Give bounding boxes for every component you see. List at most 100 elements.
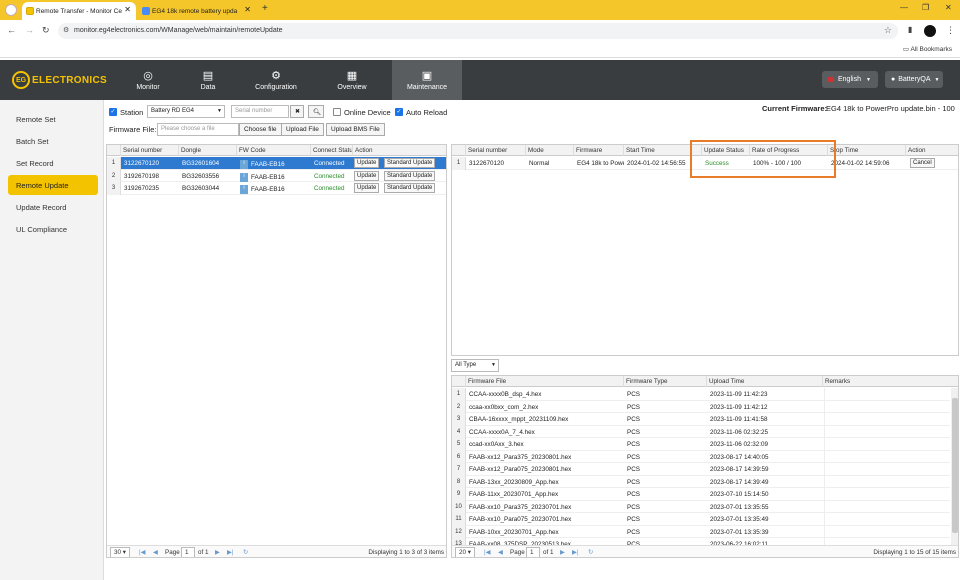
column-header-remarks[interactable]: Remarks <box>823 376 958 387</box>
auto-reload-checkbox[interactable]: ✓ <box>395 108 403 116</box>
language-dropdown[interactable]: English ▼ <box>822 71 878 88</box>
table-row[interactable]: 2 ccaa-xx0bxx_com_2.hex PCS 2023-11-09 11:4… <box>452 400 950 413</box>
browser-tab-eg4-update[interactable]: EG4 18k remote battery upda ✕ <box>138 2 256 20</box>
profile-icon[interactable] <box>5 4 17 16</box>
search-icon[interactable]: 🔍︎ <box>308 105 324 118</box>
column-header-serial[interactable]: Serial number <box>121 145 179 156</box>
standard-update-button[interactable]: Standard Update <box>384 158 436 168</box>
eg4-logo[interactable]: EG ELECTRONICS <box>12 71 107 89</box>
nav-data[interactable]: ▤ Data <box>178 60 238 100</box>
refresh-icon[interactable]: ↻ <box>243 549 248 556</box>
nav-overview[interactable]: ▦ Overview <box>322 60 382 100</box>
close-icon[interactable]: ✕ <box>244 5 251 14</box>
column-header-connect-status[interactable]: Connect Status <box>311 145 353 156</box>
table-row[interactable]: 13 FAAB-xx08_375DSP_20230513.hex PCS 2023-0… <box>452 538 950 545</box>
nav-configuration[interactable]: ⚙ Configuration <box>242 60 310 100</box>
url-input[interactable]: ⚙ monitor.eg4electronics.com/WManage/web… <box>58 23 898 39</box>
column-header-firmware-file[interactable]: Firmware File <box>466 376 624 387</box>
site-info-icon[interactable]: ⚙ <box>63 26 69 34</box>
firmware-file-input[interactable]: Please choose a file <box>157 123 239 136</box>
browser-tab-remote-transfer[interactable]: Remote Transfer - Monitor Ce ✕ <box>22 2 136 20</box>
sidebar-toggle-icon[interactable]: ▮ <box>908 25 912 34</box>
column-header-dongle[interactable]: Dongle <box>179 145 237 156</box>
column-header-serial[interactable]: Serial number <box>466 145 526 156</box>
next-page-icon[interactable]: ▶ <box>560 549 565 556</box>
table-row[interactable]: 1 3122670120 BG32601604 i FAAB-EB16 Conne… <box>107 157 446 170</box>
nav-monitor[interactable]: ◎ Monitor <box>118 60 178 100</box>
sidebar-item-remote-set[interactable]: Remote Set <box>8 109 98 129</box>
cancel-button[interactable]: Cancel <box>910 158 935 168</box>
sidebar-item-update-record[interactable]: Update Record <box>8 197 98 217</box>
table-row[interactable]: 7 FAAB-xx12_Para075_20230801.hex PCS 2023-0… <box>452 463 950 476</box>
column-header-action[interactable]: Action <box>906 145 958 156</box>
first-page-icon[interactable]: |◀ <box>139 549 145 556</box>
forward-arrow-icon[interactable]: → <box>25 25 34 35</box>
window-close-icon[interactable]: ✕ <box>945 3 952 12</box>
page-size-select[interactable]: 20 ▾ <box>455 547 475 557</box>
nav-maintenance[interactable]: ▣ Maintenance <box>392 60 462 100</box>
upload-bms-file-button[interactable]: Upload BMS File <box>326 123 385 136</box>
browser-menu-icon[interactable]: ⋮ <box>946 25 955 36</box>
reload-icon[interactable]: ↻ <box>42 25 50 36</box>
column-header-action[interactable]: Action <box>353 145 446 156</box>
next-page-icon[interactable]: ▶ <box>215 549 220 556</box>
page-size-select[interactable]: 30 ▾ <box>110 547 130 557</box>
upload-file-button[interactable]: Upload File <box>281 123 324 136</box>
user-dropdown[interactable]: ● BatteryQA ▼ <box>885 71 943 88</box>
firmware-type-filter[interactable]: All Type ▼ <box>451 359 499 372</box>
table-row[interactable]: 1 CCAA-xxxx0B_dsp_4.hex PCS 2023-11-09 11:4… <box>452 388 950 401</box>
last-page-icon[interactable]: ▶| <box>572 549 578 556</box>
table-row[interactable]: 9 FAAB-11xx_20230701_App.hex PCS 2023-07-10… <box>452 488 950 501</box>
info-icon[interactable]: i <box>240 172 248 182</box>
info-icon[interactable]: i <box>240 160 248 169</box>
prev-page-icon[interactable]: ◀ <box>498 549 503 556</box>
online-device-checkbox[interactable] <box>333 108 341 116</box>
first-page-icon[interactable]: |◀ <box>484 549 490 556</box>
new-tab-icon[interactable]: + <box>262 3 268 14</box>
sidebar-item-batch-set[interactable]: Batch Set <box>8 131 98 151</box>
sidebar-item-remote-update[interactable]: Remote Update <box>8 175 98 195</box>
table-row[interactable]: 6 FAAB-xx12_Para375_20230801.hex PCS 2023-0… <box>452 450 950 463</box>
refresh-icon[interactable]: ↻ <box>588 549 593 556</box>
table-row[interactable]: 12 FAAB-10xx_20230701_App.hex PCS 2023-07-0… <box>452 525 950 538</box>
update-button[interactable]: Update <box>354 158 380 168</box>
table-row[interactable]: 5 ccad-xx0Axx_3.hex PCS 2023-11-06 02:32:09 <box>452 438 950 451</box>
standard-update-button[interactable]: Standard Update <box>384 183 436 193</box>
column-header-upload-time[interactable]: Upload Time <box>707 376 823 387</box>
column-header-fw-code[interactable]: FW Code <box>237 145 311 156</box>
restore-icon[interactable]: ❐ <box>922 3 929 12</box>
prev-page-icon[interactable]: ◀ <box>153 549 158 556</box>
column-header-stop-time[interactable]: Stop Time <box>828 145 906 156</box>
info-icon[interactable]: i <box>240 185 248 194</box>
last-page-icon[interactable]: ▶| <box>227 549 233 556</box>
update-button[interactable]: Update <box>354 183 380 193</box>
file-table-scrollbar[interactable] <box>951 388 958 545</box>
serial-number-input[interactable]: Serial number <box>231 105 289 118</box>
scrollbar-thumb[interactable] <box>952 398 958 533</box>
page-input[interactable]: 1 <box>526 547 540 557</box>
bookmark-star-icon[interactable]: ☆ <box>884 25 892 36</box>
update-button[interactable]: Update <box>354 170 380 181</box>
table-row[interactable]: 3 CBAA-16xxxx_mppt_20231109.hex PCS 2023-11… <box>452 413 950 426</box>
table-row[interactable]: 4 CCAA-xxxx0A_7_4.hex PCS 2023-11-06 02:32:… <box>452 425 950 438</box>
page-input[interactable]: 1 <box>181 547 195 557</box>
column-header-mode[interactable]: Mode <box>526 145 574 156</box>
choose-file-button[interactable]: Choose file <box>239 123 282 136</box>
table-row[interactable]: 3 3192670235 BG32603044 i FAAB-EB16 Conne… <box>107 182 446 195</box>
clear-icon[interactable]: ✖ <box>290 105 304 118</box>
column-header-firmware-type[interactable]: Firmware Type <box>624 376 707 387</box>
sidebar-item-set-record[interactable]: Set Record <box>8 153 98 173</box>
standard-update-button[interactable]: Standard Update <box>384 170 436 181</box>
close-icon[interactable]: ✕ <box>124 5 131 14</box>
station-checkbox[interactable]: ✓ <box>109 108 117 116</box>
table-row[interactable]: 10 FAAB-xx10_Para375_20230701.hex PCS 2023-… <box>452 500 950 513</box>
extension-icon[interactable] <box>924 25 936 37</box>
table-row[interactable]: 2 3192670198 BG32603556 i FAAB-EB16 Conne… <box>107 169 446 182</box>
column-header-firmware[interactable]: Firmware <box>574 145 624 156</box>
all-bookmarks[interactable]: ▭ All Bookmarks <box>903 45 952 53</box>
table-row[interactable]: 11 FAAB-xx10_Para075_20230701.hex PCS 2023-… <box>452 513 950 526</box>
back-arrow-icon[interactable]: ← <box>7 25 16 35</box>
sidebar-item-ul-compliance[interactable]: UL Compliance <box>8 219 98 239</box>
minimize-icon[interactable]: — <box>900 3 908 12</box>
table-row[interactable]: 8 FAAB-13xx_20230809_App.hex PCS 2023-08-17… <box>452 475 950 488</box>
